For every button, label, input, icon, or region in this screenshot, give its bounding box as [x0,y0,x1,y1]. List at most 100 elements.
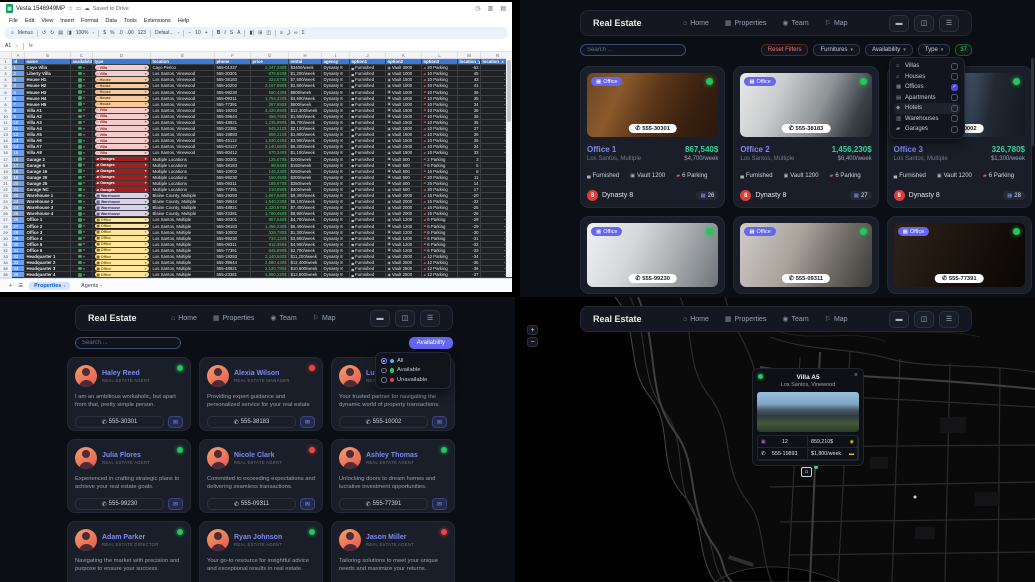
phone-pill[interactable]: ✆555-38183 [782,124,831,133]
menu-help[interactable]: Help [178,18,189,24]
type-chip[interactable]: ▥ Warehouse▾ [95,193,149,198]
decrease-decimal-icon[interactable]: .0 [119,30,123,36]
agent-card[interactable]: Ashley Thomas REAL ESTATE AGENT Unlockin… [331,439,455,513]
type-chip[interactable]: ▥ Warehouse▾ [95,211,149,216]
phone-pill[interactable]: ✆555-30301 [75,416,164,428]
tab-properties[interactable]: Properties▾ [29,282,70,290]
checkbox[interactable] [951,94,958,101]
tab-agents[interactable]: Agents▾ [76,282,107,290]
type-chip[interactable]: ▦ Office▾ [95,254,149,259]
menus-label[interactable]: Menus [18,30,33,36]
text-color-icon[interactable]: A [237,30,240,36]
column-letter[interactable]: C [71,52,93,59]
type-chip[interactable]: ▦ Office▾ [95,242,149,247]
phone-pill[interactable]: ✆555-09311 [207,498,296,510]
checkbox[interactable] [951,126,958,133]
settings-button[interactable]: ☰ [939,311,959,328]
print-icon[interactable]: ▤ [58,30,63,36]
compare-button[interactable]: ◫ [914,311,934,328]
availability-button[interactable]: Availability [409,337,453,349]
garage-button[interactable]: ▬ [889,311,909,328]
select-all-corner[interactable] [0,52,12,59]
type-chip[interactable]: ⌂ Villa▾ [95,132,149,137]
sheet-grid[interactable]: ABCDEFGHIJKLMN1idnameavailabilitytypeloc… [0,52,512,278]
column-letter[interactable]: K [386,52,422,59]
agent-card[interactable]: Adam Parker REAL ESTATE DIRECTOR Navigat… [67,521,191,582]
zoom-in-button[interactable]: + [527,325,538,335]
column-letter[interactable]: L [422,52,458,59]
type-option-apartments[interactable]: ▤ Apartments [894,93,960,104]
agent-card[interactable]: Jason Miller REAL ESTATE AGENT Tailoring… [331,521,455,582]
number-format-icon[interactable]: 123 [138,30,146,36]
nav-home[interactable]: ⌂Home [171,314,197,322]
message-button[interactable]: ✉ [300,498,315,510]
italic-icon[interactable]: I [224,30,225,36]
type-option-hotels[interactable]: ◆ Hotels [894,103,960,114]
type-option-warehouses[interactable]: ▥ Warehouses [894,114,960,125]
font-size-increase[interactable]: + [205,30,208,36]
type-chip[interactable]: ▥ Warehouse▾ [95,199,149,204]
type-chip[interactable]: ⌂ House▾ [95,77,149,82]
type-chip[interactable]: ⌂ Villa▾ [95,108,149,113]
search-input[interactable] [75,337,181,349]
property-card[interactable]: ▦Office ✆555-30301 Office 1867,540$ Los … [580,66,725,208]
type-chip[interactable]: ⌂ Villa▾ [95,138,149,143]
borders-icon[interactable]: ⊞ [258,30,262,36]
compare-button[interactable]: ◫ [914,15,934,32]
column-letter[interactable]: J [350,52,386,59]
present-icon[interactable]: ▤ [500,5,506,12]
currency-icon[interactable]: $ [103,30,106,36]
agent-card[interactable]: Nicole Clark REAL ESTATE AGENT Committed… [199,439,323,513]
type-chip[interactable]: ⌂ Villa▾ [95,126,149,131]
nav-home[interactable]: ⌂Home [683,19,709,27]
nav-team[interactable]: ◉Team [270,314,296,322]
checkbox[interactable] [951,115,958,122]
column-letter[interactable]: A [12,52,25,59]
menu-view[interactable]: View [41,18,53,24]
nav-map[interactable]: ⚐Map [825,19,848,27]
increase-decimal-icon[interactable]: .00 [127,30,134,36]
radio-icon[interactable] [381,368,387,374]
radio-icon[interactable] [381,377,387,383]
availability-filter-button[interactable]: Availability▾ [865,44,913,56]
search-input[interactable] [580,44,686,56]
menu-tools[interactable]: Tools [124,18,137,24]
phone-pill[interactable]: ✆555-99230 [75,498,164,510]
menu-format[interactable]: Format [81,18,98,24]
menu-extensions[interactable]: Extensions [144,18,171,24]
phone-pill[interactable]: ✆555-38183 [207,416,296,428]
nav-home[interactable]: ⌂Home [683,315,709,323]
document-title[interactable]: Vesta.1546949MP [16,6,65,12]
type-chip[interactable]: ▦ Office▾ [95,236,149,241]
property-card[interactable]: ▦Office ✆555-77391 [887,216,1032,294]
property-card[interactable]: ▦Office ✆555-09311 [733,216,878,294]
type-chip[interactable]: ▦ Office▾ [95,248,149,253]
type-chip[interactable]: ⌂ Villa▾ [95,114,149,119]
phone-pill[interactable]: ✆555-99230 [628,274,677,283]
settings-button[interactable]: ☰ [939,15,959,32]
link-icon[interactable]: ∞ [294,30,298,36]
results-count-badge[interactable]: 37 [955,44,972,56]
nav-team[interactable]: ◉Team [782,315,808,323]
align-icon[interactable]: ≡ [280,30,283,36]
type-option-houses[interactable]: ⌂ Houses [894,72,960,83]
type-chip[interactable]: ▰ Garages▾ [95,169,149,174]
type-chip[interactable]: ⌂ Villa▾ [95,65,149,70]
percent-icon[interactable]: % [110,30,114,36]
agent-card[interactable]: Julia Flores REAL ESTATE AGENT Experienc… [67,439,191,513]
zoom-out-button[interactable]: − [527,337,538,347]
font-select[interactable]: Defaul... [155,30,174,36]
agent-card[interactable]: Alexia Wilson REAL ESTATE MANAGER Provid… [199,357,323,431]
page-scrollbar[interactable] [1031,58,1034,146]
nav-properties[interactable]: ▦Properties [725,19,767,27]
type-chip[interactable]: ⌂ House▾ [95,96,149,101]
type-chip[interactable]: ▦ Office▾ [95,266,149,271]
name-box[interactable]: A1 [5,43,11,49]
message-button[interactable]: ✉ [432,416,447,428]
nav-properties[interactable]: ▦Properties [725,315,767,323]
nav-team[interactable]: ◉Team [782,19,808,27]
reset-filters-button[interactable]: Reset Filters [761,44,809,56]
strikethrough-icon[interactable]: S [230,30,233,36]
checkbox[interactable] [951,105,958,112]
type-chip[interactable]: ▰ Garages▾ [95,163,149,168]
